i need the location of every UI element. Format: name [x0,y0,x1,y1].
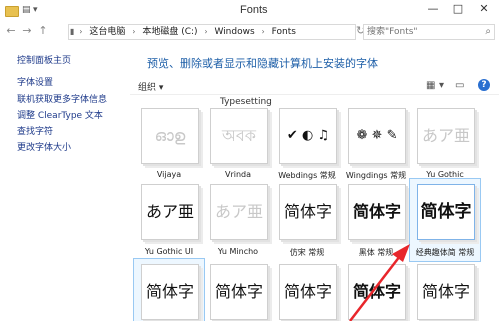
sidebar-item-change-font-size[interactable]: 更改字体大小 [17,140,71,153]
up-icon[interactable]: ↑ [36,24,50,38]
chevron-right-icon[interactable]: › [261,25,266,39]
search-input[interactable] [364,25,482,39]
toolbar: 组织 ▾ ▦ ▾ ▭ ? [130,78,499,95]
address-bar[interactable]: ▮ › 这台电脑 › 本地磁盘 (C:) › Windows › Fonts [68,24,356,40]
annotation-arrow [349,244,410,321]
chevron-right-icon[interactable]: › [203,25,208,39]
breadcrumb-fonts[interactable]: Fonts [269,25,299,39]
sidebar-item-find-character[interactable]: 查找字符 [17,124,53,137]
view-options-icon[interactable]: ▦ [426,80,435,91]
chevron-right-icon[interactable]: › [131,25,136,39]
maximize-button[interactable]: □ [446,0,470,20]
main-pane: 预览、删除或者显示和隐藏计算机上安装的字体 组织 ▾ ▦ ▾ ▭ ? Types… [130,42,499,321]
folder-icon [5,6,19,17]
sidebar-item-control-panel-home[interactable]: 控制面板主页 [17,53,71,66]
breadcrumb-windows[interactable]: Windows [211,25,257,39]
search-box[interactable]: ⌕ [363,24,495,40]
chevron-right-icon[interactable]: › [78,25,83,39]
back-icon[interactable]: ← [4,24,18,38]
forward-icon[interactable]: → [20,24,34,38]
window-title: Fonts [240,4,268,16]
minimize-button[interactable]: — [421,0,445,20]
close-button[interactable]: ✕ [472,0,496,20]
folder-small-icon: ▮ [70,27,75,36]
chevron-down-icon[interactable]: ▾ [439,80,444,91]
breadcrumb-local-disk[interactable]: 本地磁盘 (C:) [139,25,200,39]
quick-access-new-folder-icon[interactable]: ▾ [33,5,42,15]
search-icon[interactable]: ⌕ [485,26,491,37]
font-grid: Typesetting ഓഉ Vijaya অবক Vrinda ✔ ◐ ♫ W… [130,94,499,321]
title-bar: ▤ ▾ Fonts — □ ✕ [0,0,499,23]
page-title: 预览、删除或者显示和隐藏计算机上安装的字体 [147,57,378,70]
quick-access-properties-icon[interactable]: ▤ [22,5,31,15]
breadcrumb-this-pc[interactable]: 这台电脑 [86,25,128,39]
organize-button[interactable]: 组织 ▾ [138,80,163,93]
sidebar-item-cleartype[interactable]: 调整 ClearType 文本 [17,108,103,121]
sidebar-item-online-font-info[interactable]: 联机获取更多字体信息 [17,92,107,105]
sidebar: 控制面板主页 字体设置 联机获取更多字体信息 调整 ClearType 文本 查… [0,42,130,321]
help-icon[interactable]: ? [478,79,490,91]
preview-pane-icon[interactable]: ▭ [455,80,464,91]
sidebar-item-font-settings[interactable]: 字体设置 [17,75,53,88]
